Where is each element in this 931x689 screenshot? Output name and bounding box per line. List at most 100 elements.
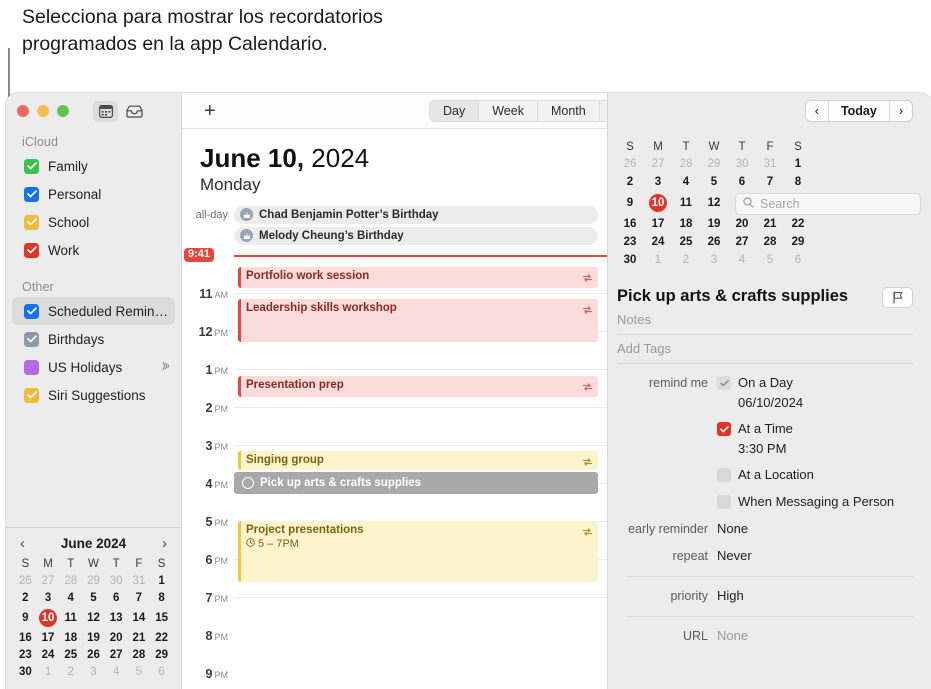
event-project-presentations[interactable]: Project presentations 5 – 7PM	[238, 521, 598, 582]
calendar-day-cell[interactable]: 20	[105, 629, 128, 646]
calendar-day-cell[interactable]: 7	[756, 173, 784, 191]
calendar-day-cell[interactable]: 17	[37, 629, 60, 646]
calendar-day-cell[interactable]: 27	[728, 233, 756, 251]
checkbox-on-a-day[interactable]	[717, 376, 731, 390]
calendar-day-cell[interactable]: 20	[728, 215, 756, 233]
calendar-day-cell[interactable]: 6	[728, 173, 756, 191]
at-a-time-checkbox-row[interactable]: At a Time	[717, 421, 793, 437]
calendar-day-cell[interactable]: 18	[672, 215, 700, 233]
event-presentation-prep[interactable]: Presentation prep	[238, 376, 598, 397]
calendar-day-cell[interactable]: 22	[150, 629, 173, 646]
url-value[interactable]: None	[717, 628, 748, 644]
calendar-day-cell[interactable]: 5	[756, 251, 784, 269]
calendar-day-cell[interactable]: 19	[82, 629, 105, 646]
checkbox-scheduled-reminders[interactable]	[24, 303, 39, 319]
calendar-day-cell[interactable]: 5	[700, 173, 728, 191]
sidebar-item-personal[interactable]: Personal	[6, 180, 181, 208]
calendar-day-cell[interactable]: 16	[616, 215, 644, 233]
all-day-event-chad[interactable]: Chad Benjamin Potter’s Birthday	[234, 205, 598, 224]
calendar-day-cell[interactable]: 27	[105, 646, 128, 663]
calendar-day-cell[interactable]: 28	[59, 572, 82, 589]
chevron-left-icon[interactable]: ‹	[806, 101, 829, 121]
calendar-day-cell[interactable]: 12	[700, 191, 728, 215]
calendar-day-cell[interactable]: 26	[14, 572, 37, 589]
checkbox-siri-suggestions[interactable]	[24, 387, 39, 403]
checkbox-school[interactable]	[24, 214, 39, 230]
sidebar-item-scheduled-reminders[interactable]: Scheduled Remin…	[12, 297, 175, 325]
chevron-right-icon[interactable]: ›	[890, 101, 912, 121]
checkbox-at-a-location[interactable]	[717, 468, 731, 482]
calendar-day-cell[interactable]: 5	[82, 589, 105, 606]
calendar-day-cell[interactable]: 10	[37, 606, 60, 629]
tab-week[interactable]: Week	[479, 101, 538, 121]
calendar-day-cell[interactable]: 6	[150, 663, 173, 680]
tags-field[interactable]: Add Tags	[617, 335, 913, 364]
calendar-day-cell[interactable]: 4	[59, 589, 82, 606]
calendar-day-cell[interactable]: 27	[644, 155, 672, 173]
calendar-view-icon[interactable]	[93, 100, 118, 122]
priority-value[interactable]: High	[717, 588, 744, 604]
checkbox-us-holidays[interactable]	[24, 359, 39, 375]
calendar-day-cell[interactable]: 3	[644, 173, 672, 191]
calendar-day-cell[interactable]: 7	[128, 589, 151, 606]
calendar-day-cell[interactable]: 9	[14, 606, 37, 629]
sidebar-item-birthdays[interactable]: Birthdays	[6, 325, 181, 353]
calendar-day-cell[interactable]: 24	[37, 646, 60, 663]
calendar-day-cell[interactable]: 15	[150, 606, 173, 629]
calendar-day-cell[interactable]: 31	[756, 155, 784, 173]
calendar-day-cell[interactable]: 17	[644, 215, 672, 233]
calendar-day-cell[interactable]: 29	[784, 233, 812, 251]
calendar-day-cell[interactable]: 11	[672, 191, 700, 215]
calendar-day-cell[interactable]: 8	[150, 589, 173, 606]
calendar-day-cell[interactable]: 14	[128, 606, 151, 629]
calendar-day-cell[interactable]: 3	[82, 663, 105, 680]
event-singing-group[interactable]: Singing group	[238, 451, 598, 470]
calendar-day-cell[interactable]: 22	[784, 215, 812, 233]
checkbox-family[interactable]	[24, 158, 39, 174]
chevron-left-icon[interactable]: ‹	[20, 535, 25, 552]
calendar-day-cell[interactable]: 29	[150, 646, 173, 663]
calendar-day-cell[interactable]: 16	[14, 629, 37, 646]
timeline[interactable]: 11 AM 12 PM 1 PM 2 PM 3 PM 4 PM 5 PM 6 PM	[182, 248, 607, 681]
calendar-day-cell[interactable]: 13	[105, 606, 128, 629]
calendar-day-cell[interactable]: 28	[672, 155, 700, 173]
calendar-day-cell[interactable]: 1	[784, 155, 812, 173]
calendar-day-cell[interactable]: 28	[128, 646, 151, 663]
tab-day[interactable]: Day	[430, 101, 480, 121]
on-a-day-value[interactable]: 06/10/2024	[738, 395, 803, 410]
sidebar-item-school[interactable]: School	[6, 208, 181, 236]
calendar-day-cell[interactable]: 1	[644, 251, 672, 269]
minimize-window-button[interactable]	[37, 105, 49, 117]
calendar-day-cell[interactable]: 11	[59, 606, 82, 629]
sidebar-item-work[interactable]: Work	[6, 236, 181, 264]
chevron-right-icon[interactable]: ›	[162, 535, 167, 552]
search-input[interactable]: Search	[760, 197, 800, 211]
sidebar-item-siri-suggestions[interactable]: Siri Suggestions	[6, 381, 181, 409]
calendar-day-cell[interactable]: 4	[672, 173, 700, 191]
calendar-day-cell[interactable]: 30	[105, 572, 128, 589]
calendar-day-cell[interactable]: 27	[37, 572, 60, 589]
calendar-day-cell[interactable]: 10	[644, 191, 672, 215]
calendar-day-cell[interactable]: 30	[728, 155, 756, 173]
on-a-day-checkbox-row[interactable]: On a Day	[717, 375, 803, 391]
close-window-button[interactable]	[17, 105, 29, 117]
calendar-day-cell[interactable]: 21	[756, 215, 784, 233]
today-button[interactable]: Today	[829, 101, 890, 121]
calendar-day-cell[interactable]: 21	[128, 629, 151, 646]
tab-month[interactable]: Month	[538, 101, 600, 121]
checkbox-birthdays[interactable]	[24, 331, 39, 347]
calendar-day-cell[interactable]: 25	[59, 646, 82, 663]
search-field[interactable]: Search	[735, 193, 921, 215]
calendar-day-cell[interactable]: 4	[105, 663, 128, 680]
calendar-day-cell[interactable]: 29	[700, 155, 728, 173]
calendar-day-cell[interactable]: 24	[644, 233, 672, 251]
calendar-day-cell[interactable]: 23	[616, 233, 644, 251]
at-a-location-checkbox-row[interactable]: At a Location	[717, 467, 814, 483]
calendar-day-cell[interactable]: 2	[59, 663, 82, 680]
checkbox-work[interactable]	[24, 242, 39, 258]
calendar-day-cell[interactable]: 28	[756, 233, 784, 251]
calendar-day-cell[interactable]: 18	[59, 629, 82, 646]
calendar-day-cell[interactable]: 1	[37, 663, 60, 680]
event-portfolio-work-session[interactable]: Portfolio work session	[238, 267, 598, 288]
calendar-day-cell[interactable]: 12	[82, 606, 105, 629]
